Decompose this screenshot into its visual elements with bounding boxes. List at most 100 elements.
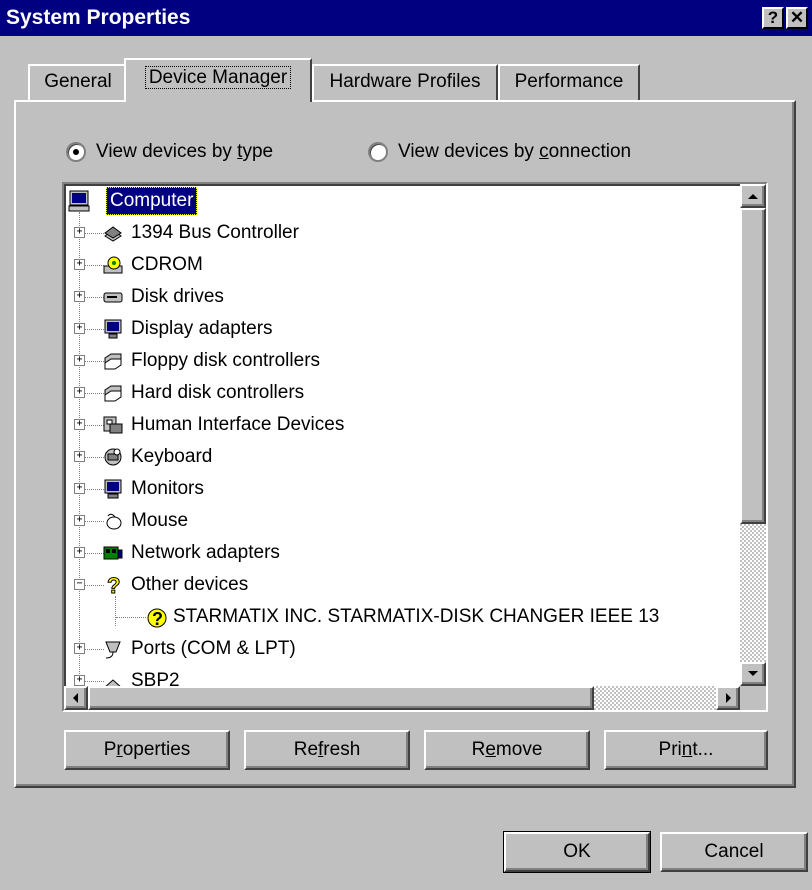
tab-device-manager-label: Device Manager [144,66,292,89]
tree-category-item[interactable]: + Disk drives [64,282,764,312]
expand-toggle[interactable]: + [74,675,85,686]
horizontal-scroll-thumb[interactable] [88,686,594,710]
tree-item-label: Hard disk controllers [131,382,305,403]
refresh-label-b: resh [323,739,361,760]
view-by-connection-accesskey: c [539,141,549,162]
svg-text:?: ? [152,609,163,628]
expand-toggle[interactable]: + [74,387,85,398]
cdrom-icon [103,256,123,274]
tab-hardware-profiles[interactable]: Hardware Profiles [312,64,498,100]
tree-connector-line [84,329,104,330]
tree-category-item[interactable]: + CDROM [64,250,764,280]
tree-item-label: Monitors [131,478,204,499]
tree-item-label: Keyboard [131,446,213,467]
radio-unselected-indicator [368,141,388,162]
scroll-left-button[interactable] [64,686,88,710]
active-tab-joint [126,100,310,103]
title-bar[interactable]: System Properties ? ✕ [0,0,812,36]
tab-general[interactable]: General [28,64,128,100]
expand-toggle[interactable]: + [74,451,85,462]
network-adapter-icon [103,546,123,560]
remove-label-b: move [495,739,543,760]
print-label-a: Pri [658,739,682,760]
device-tree[interactable]: Computer +1394 Bus Controller + CDROM + Disk… [62,182,768,712]
tree-root-label: Computer [106,187,198,215]
tree-item-label: Ports (COM & LPT) [131,638,296,659]
print-label-b: t... [692,739,714,760]
view-by-type-radio[interactable]: View devices by type [66,138,273,166]
tree-category-item[interactable]: + Display adapters [64,314,764,344]
expand-toggle[interactable]: + [74,227,85,238]
scrollbar-corner [740,686,766,710]
unknown-device-warning-icon: ? [147,608,167,628]
tab-general-label: General [44,71,112,92]
expand-toggle[interactable]: + [74,419,85,430]
tree-connector-line [84,521,104,522]
help-button[interactable]: ? [762,7,784,29]
tree-connector-line [84,553,104,554]
tree-category-item[interactable]: −? Other devices [64,570,764,600]
cancel-button[interactable]: Cancel [660,832,808,872]
print-accesskey: n [681,739,693,760]
vertical-scrollbar[interactable] [740,184,766,686]
view-by-type-label-a: View devices by [96,141,238,162]
expand-toggle[interactable]: + [74,323,85,334]
svg-text:?: ? [107,574,120,596]
properties-label-b: operties [122,739,191,760]
refresh-button[interactable]: Refresh [244,730,410,770]
tab-hardware-profiles-label: Hardware Profiles [329,71,481,92]
view-by-type-label-b: ype [242,141,274,162]
expand-toggle[interactable]: + [74,355,85,366]
remove-button[interactable]: Remove [424,730,590,770]
expand-toggle[interactable]: + [74,291,85,302]
view-by-connection-label-b: onnection [548,141,632,162]
remove-accesskey: e [485,739,496,760]
tree-category-item[interactable]: + Floppy disk controllers [64,346,764,376]
tree-item-label: STARMATIX INC. STARMATIX-DISK CHANGER IE… [173,606,660,627]
vertical-scroll-thumb[interactable] [740,208,766,524]
window-title: System Properties [6,6,191,29]
radio-selected-indicator [66,141,86,162]
expand-toggle[interactable]: + [74,643,85,654]
tree-category-item[interactable]: + Network adapters [64,538,764,568]
tree-item-label: 1394 Bus Controller [131,222,299,243]
port-icon [105,641,121,659]
tab-device-manager[interactable]: Device Manager [124,58,312,102]
tree-category-item[interactable]: + Keyboard [64,442,764,472]
tree-category-item[interactable]: + Human Interface Devices [64,410,764,440]
horizontal-scrollbar[interactable] [64,686,740,710]
expand-toggle[interactable]: + [74,547,85,558]
tab-performance-label: Performance [514,71,624,92]
tab-performance[interactable]: Performance [498,64,640,100]
tree-category-item[interactable]: + Ports (COM & LPT) [64,634,764,664]
tree-item-label: CDROM [131,254,203,275]
tree-item-label: Floppy disk controllers [131,350,321,371]
tree-category-item[interactable]: +1394 Bus Controller [64,218,764,248]
scroll-up-button[interactable] [740,184,766,208]
unknown-device-icon: ? [107,574,121,596]
arrow-down-icon [748,671,758,676]
tree-category-item[interactable]: + Hard disk controllers [64,378,764,408]
tree-connector-line [84,585,104,586]
properties-button[interactable]: Properties [64,730,230,770]
expand-toggle[interactable]: + [74,259,85,270]
scroll-down-button[interactable] [740,662,766,686]
expand-toggle[interactable]: + [74,483,85,494]
scroll-right-button[interactable] [716,686,740,710]
expand-toggle[interactable]: + [74,515,85,526]
tree-connector-line [84,297,104,298]
view-by-connection-radio[interactable]: View devices by connection [368,138,631,166]
tree-item-label: Network adapters [131,542,280,563]
close-button[interactable]: ✕ [786,7,808,29]
tree-connector-line [84,489,104,490]
tree-category-item[interactable]: + Monitors [64,474,764,504]
tree-root-computer[interactable]: Computer [64,186,664,216]
collapse-toggle[interactable]: − [74,579,85,590]
tree-item-label: Display adapters [131,318,273,339]
print-button[interactable]: Print... [604,730,768,770]
mouse-icon [106,513,122,530]
tree-child-item[interactable]: ? STARMATIX INC. STARMATIX-DISK CHANGER I… [64,602,764,632]
ok-button[interactable]: OK [503,831,651,873]
tree-category-item[interactable]: + Mouse [64,506,764,536]
tree-connector-line [116,617,146,618]
